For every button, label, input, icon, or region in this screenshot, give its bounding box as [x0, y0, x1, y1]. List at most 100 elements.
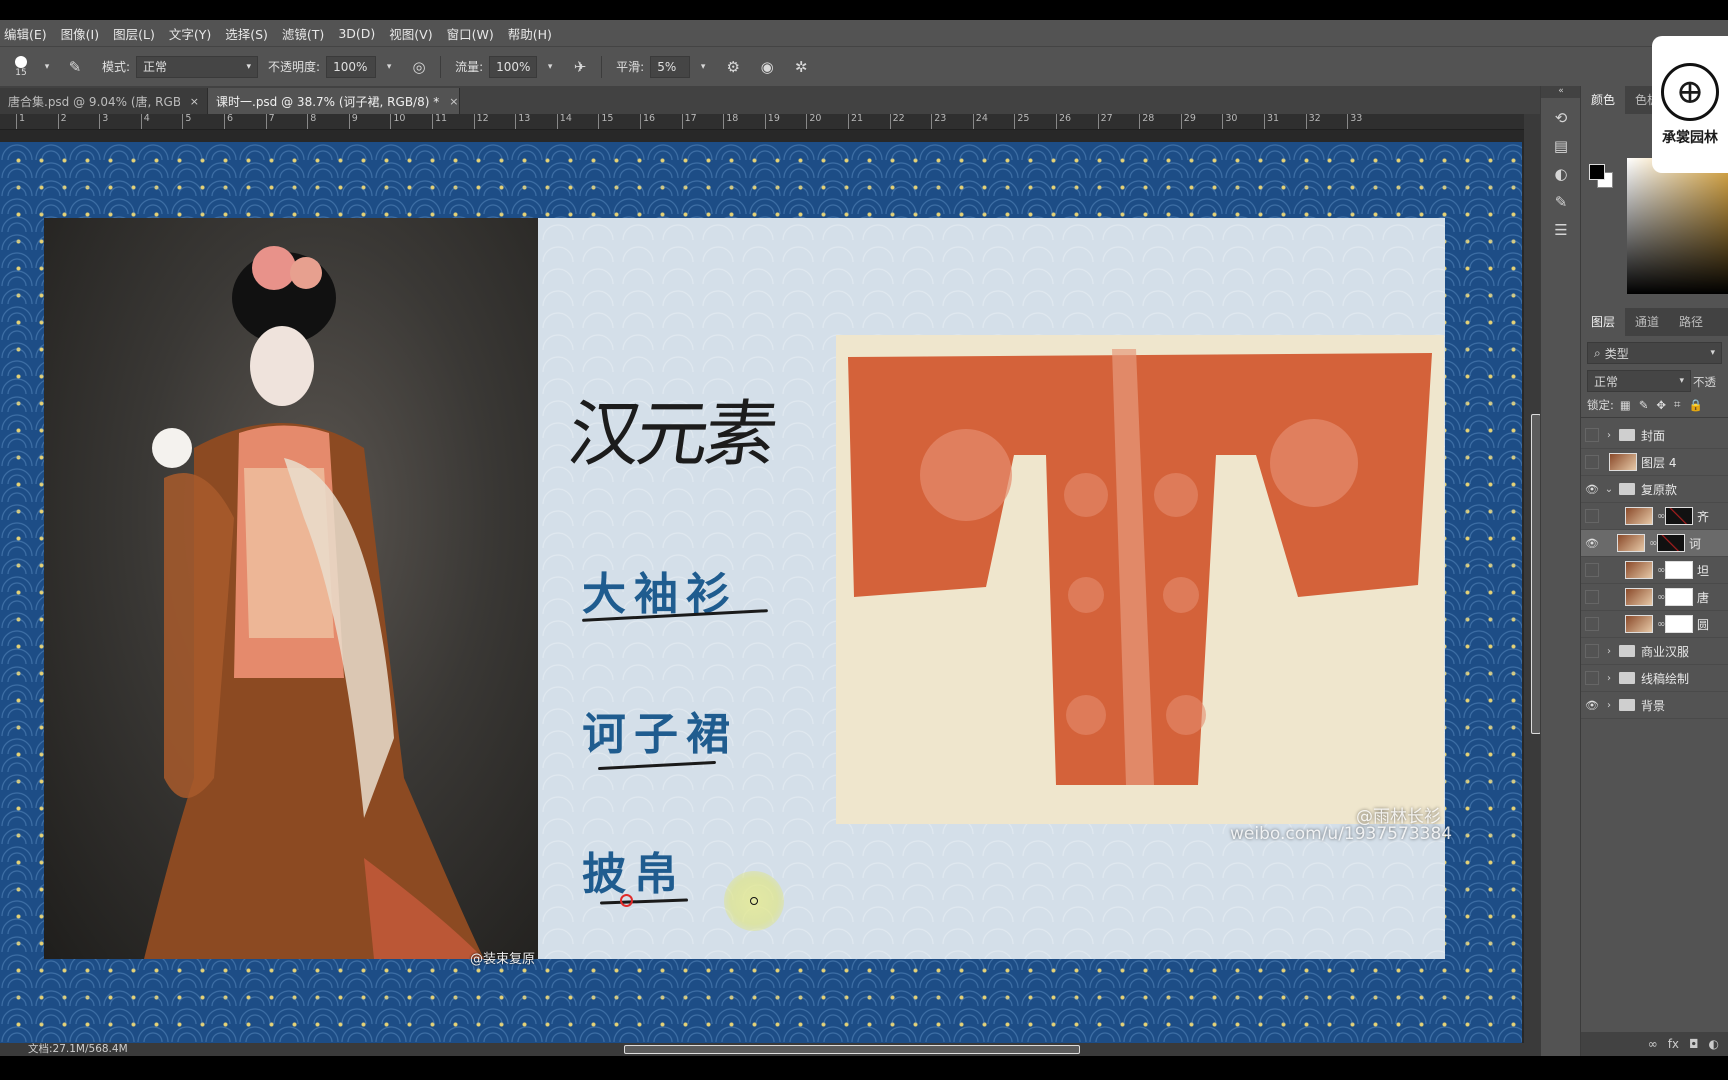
visibility-toggle[interactable]	[1585, 509, 1599, 523]
layer-name: 诃	[1689, 536, 1702, 551]
layer-row[interactable]: 👁 ⌄ 复原款	[1581, 476, 1728, 503]
add-mask-icon[interactable]: ◘	[1689, 1037, 1699, 1051]
layer-row[interactable]: ∞ 圆	[1581, 611, 1728, 638]
layer-filter-select[interactable]: ⌕ 类型 ▾	[1587, 342, 1722, 364]
tab-channels[interactable]: 通道	[1625, 308, 1669, 336]
fx-icon[interactable]: fx	[1668, 1037, 1679, 1051]
eye-icon[interactable]: 👁	[1581, 483, 1603, 496]
adjustments-icon[interactable]: ◐	[1541, 160, 1581, 188]
layer-row[interactable]: 图层 4	[1581, 449, 1728, 476]
close-icon[interactable]: ×	[190, 95, 199, 108]
layer-row-selected[interactable]: 👁 ∞ 诃	[1581, 530, 1728, 557]
close-icon[interactable]: ×	[449, 95, 458, 108]
item-pibo: 披帛	[582, 849, 686, 900]
ruler-tick: 8	[307, 114, 316, 129]
layer-mask-thumbnail[interactable]	[1665, 615, 1693, 633]
menu-edit[interactable]: 编辑(E)	[4, 24, 47, 43]
menu-view[interactable]: 视图(V)	[389, 24, 432, 43]
visibility-toggle[interactable]	[1585, 590, 1599, 604]
visibility-toggle[interactable]	[1585, 644, 1599, 658]
chevron-right-icon[interactable]: ›	[1603, 673, 1615, 684]
layer-row[interactable]: ∞ 齐	[1581, 503, 1728, 530]
tab-doc-2[interactable]: 课时一.psd @ 38.7% (诃子裙, RGB/8) * ×	[208, 88, 460, 114]
gear-icon[interactable]: ⚙	[722, 56, 744, 78]
lock-paint-icon[interactable]: ✎	[1639, 398, 1649, 412]
ruler-tick: 5	[182, 114, 191, 129]
layer-mask-thumbnail[interactable]	[1665, 507, 1693, 525]
chevron-down-icon[interactable]: ▾	[36, 56, 58, 78]
history-icon[interactable]: ⟲	[1541, 104, 1581, 132]
chevron-down-icon[interactable]: ▾	[539, 56, 561, 78]
layers-panel-tabs: 图层 通道 路径	[1581, 308, 1728, 336]
menu-help[interactable]: 帮助(H)	[508, 24, 552, 43]
layer-mask-thumbnail[interactable]	[1665, 588, 1693, 606]
chevron-down-icon[interactable]: ⌄	[1603, 484, 1615, 495]
adjustment-layer-icon[interactable]: ◐	[1709, 1037, 1719, 1051]
layer-name: 商业汉服	[1641, 644, 1690, 659]
airbrush-icon[interactable]: ✈	[569, 56, 591, 78]
layer-row[interactable]: › 线稿绘制	[1581, 665, 1728, 692]
lock-position-icon[interactable]: ✥	[1656, 398, 1666, 412]
blend-mode-select[interactable]: 正常 ▾	[1587, 370, 1691, 392]
flow-input[interactable]: 100%	[489, 55, 538, 78]
lock-pixels-icon[interactable]: ▦	[1620, 398, 1631, 412]
layer-name: 图层 4	[1641, 455, 1677, 470]
ruler-tick: 24	[972, 114, 988, 129]
chevron-right-icon[interactable]: ›	[1603, 700, 1615, 711]
opacity-input[interactable]: 100%	[326, 55, 377, 78]
layer-row[interactable]: ∞ 唐	[1581, 584, 1728, 611]
menu-layer[interactable]: 图层(L)	[113, 24, 155, 43]
menu-3d[interactable]: 3D(D)	[338, 26, 375, 41]
layer-mask-thumbnail[interactable]	[1657, 534, 1685, 552]
visibility-toggle[interactable]	[1585, 428, 1599, 442]
ruler-tick: 19	[764, 114, 780, 129]
menu-image[interactable]: 图像(I)	[61, 24, 99, 43]
menu-select[interactable]: 选择(S)	[225, 24, 268, 43]
brush-panel-toggle-icon[interactable]: ✎	[64, 56, 86, 78]
layer-row[interactable]: 👁 › 背景	[1581, 692, 1728, 719]
tab-layers[interactable]: 图层	[1581, 308, 1626, 336]
menu-window[interactable]: 窗口(W)	[447, 24, 494, 43]
horizontal-scrollbar[interactable]	[0, 1043, 1540, 1056]
chevron-down-icon[interactable]: ▾	[692, 56, 714, 78]
pressure-size-icon[interactable]: ◉	[756, 56, 778, 78]
ruler-tick: 28	[1139, 114, 1154, 129]
menu-filter[interactable]: 滤镜(T)	[282, 24, 324, 43]
window-bottom-edge	[0, 1056, 1728, 1080]
lock-all-icon[interactable]: 🔒	[1689, 398, 1703, 412]
layer-row[interactable]: › 商业汉服	[1581, 638, 1728, 665]
collapse-panels-icon[interactable]: «	[1541, 86, 1581, 98]
visibility-toggle[interactable]	[1585, 455, 1599, 469]
layer-row[interactable]: › 封面	[1581, 422, 1728, 449]
visibility-toggle[interactable]	[1585, 563, 1599, 577]
chevron-right-icon[interactable]: ›	[1603, 646, 1615, 657]
tab-paths[interactable]: 路径	[1669, 308, 1713, 336]
doc-status[interactable]: 文档:27.1M/568.4M	[0, 1043, 200, 1056]
link-layers-icon[interactable]: ∞	[1648, 1037, 1658, 1051]
mode-select[interactable]: 正常 ▾	[136, 55, 259, 78]
eye-icon[interactable]: 👁	[1581, 537, 1603, 550]
color-field[interactable]	[1627, 158, 1728, 294]
layer-row[interactable]: ∞ 坦	[1581, 557, 1728, 584]
scroll-thumb[interactable]	[624, 1045, 1080, 1054]
brush-preset-picker[interactable]: 15	[6, 55, 36, 78]
brush-settings-icon[interactable]: ✎	[1541, 188, 1581, 216]
symmetry-butterfly-icon[interactable]: ✲	[790, 56, 812, 78]
pressure-opacity-icon[interactable]: ◎	[408, 56, 430, 78]
vertical-scrollbar[interactable]	[1524, 114, 1541, 1043]
eye-icon[interactable]: 👁	[1581, 699, 1603, 712]
visibility-toggle[interactable]	[1585, 671, 1599, 685]
layer-mask-thumbnail[interactable]	[1665, 561, 1693, 579]
foreground-color-swatch[interactable]	[1589, 164, 1605, 180]
sliders-icon[interactable]: ☰	[1541, 216, 1581, 244]
visibility-toggle[interactable]	[1585, 617, 1599, 631]
lock-artboard-icon[interactable]: ⌗	[1674, 397, 1680, 412]
chevron-right-icon[interactable]: ›	[1603, 430, 1615, 441]
menu-type[interactable]: 文字(Y)	[169, 24, 211, 43]
smoothing-input[interactable]: 5%	[650, 55, 691, 78]
chevron-down-icon[interactable]: ▾	[378, 56, 400, 78]
canvas-area[interactable]: 汉元素 大袖衫 诃子裙 披帛 @装束复原 @雨林长衫 weibo.com/u/1…	[0, 130, 1524, 1043]
properties-icon[interactable]: ▤	[1541, 132, 1581, 160]
tab-doc-1[interactable]: 唐合集.psd @ 9.04% (唐, RGB/8#) * ×	[0, 88, 208, 114]
tab-color[interactable]: 颜色	[1581, 86, 1626, 114]
